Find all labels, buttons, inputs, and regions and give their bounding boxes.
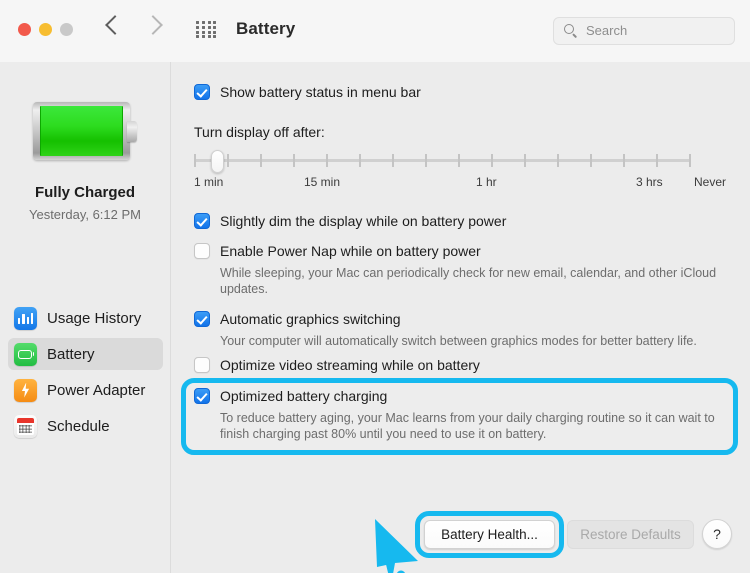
power-nap-hint: While sleeping, your Mac can periodicall…: [220, 266, 717, 296]
sidebar-nav-list: Usage History Battery Power Adapter Sche…: [8, 302, 163, 446]
optimize-video-streaming-checkbox[interactable]: [194, 357, 210, 373]
sidebar-item-label: Battery: [47, 345, 95, 363]
slider-tick-labels: 1 min 15 min 1 hr 3 hrs Never: [194, 175, 726, 191]
checkbox-row-show-battery-status[interactable]: Show battery status in menu bar: [194, 83, 421, 101]
automatic-graphics-switching-checkbox[interactable]: [194, 311, 210, 327]
usage-history-icon: [14, 306, 37, 330]
sidebar: Fully Charged Yesterday, 6:12 PM Usage H…: [0, 62, 170, 573]
slider-label-never: Never: [694, 175, 727, 189]
checkbox-label: Slightly dim the display while on batter…: [220, 213, 507, 229]
sidebar-item-usage-history[interactable]: Usage History: [8, 302, 163, 334]
charge-status-title: Fully Charged: [34, 184, 135, 201]
minimize-button[interactable]: [39, 23, 52, 36]
main-panel: Show battery status in menu bar Turn dis…: [171, 62, 750, 573]
checkbox-label: Show battery status in menu bar: [220, 84, 421, 100]
back-arrow-icon[interactable]: [105, 15, 125, 35]
restore-defaults-button[interactable]: Restore Defaults: [567, 520, 694, 549]
sidebar-item-label: Power Adapter: [47, 381, 146, 399]
checkbox-label: Automatic graphics switching: [220, 311, 401, 327]
checkbox-row-power-nap[interactable]: Enable Power Nap while on battery power: [194, 242, 481, 260]
show-battery-status-checkbox[interactable]: [194, 84, 210, 100]
battery-preferences-window: Battery Search Fully Charged Yesterday, …: [0, 0, 750, 573]
zoom-button[interactable]: [60, 23, 73, 36]
checkbox-row-graphics-switching[interactable]: Automatic graphics switching: [194, 310, 401, 328]
navigation-arrows: [105, 15, 163, 35]
checkbox-label: Enable Power Nap while on battery power: [220, 243, 481, 259]
sidebar-item-label: Schedule: [47, 417, 110, 435]
checkbox-row-slightly-dim[interactable]: Slightly dim the display while on batter…: [194, 212, 506, 230]
power-adapter-icon: [14, 378, 37, 402]
slightly-dim-checkbox[interactable]: [194, 213, 210, 229]
battery-status-illustration: [33, 102, 137, 160]
graphics-switching-hint: Your computer will automatically switch …: [220, 334, 697, 348]
slider-label-3hrs: 3 hrs: [636, 175, 663, 189]
search-icon: [564, 24, 578, 38]
checkbox-label: Optimized battery charging: [220, 388, 388, 404]
optimized-charging-hint: To reduce battery aging, your Mac learns…: [220, 411, 715, 441]
sidebar-item-schedule[interactable]: Schedule: [8, 410, 163, 442]
charge-status-subtitle: Yesterday, 6:12 PM: [28, 207, 141, 222]
checkbox-label: Optimize video streaming while on batter…: [220, 357, 480, 373]
schedule-icon: [14, 414, 37, 438]
battery-icon: [14, 342, 37, 366]
checkbox-row-optimized-charging[interactable]: Optimized battery charging: [194, 387, 387, 405]
search-placeholder: Search: [586, 23, 628, 38]
optimized-battery-charging-checkbox[interactable]: [194, 388, 210, 404]
forward-arrow-icon[interactable]: [143, 15, 163, 35]
display-sleep-slider[interactable]: [194, 150, 691, 173]
battery-health-button[interactable]: Battery Health...: [424, 520, 555, 549]
slider-label-15min: 15 min: [304, 175, 341, 189]
sidebar-item-label: Usage History: [47, 309, 142, 327]
title-bar: Battery Search: [0, 0, 750, 62]
slider-knob[interactable]: [211, 150, 224, 173]
slider-track[interactable]: [194, 159, 691, 162]
slider-label-1min: 1 min: [194, 175, 224, 189]
close-button[interactable]: [18, 23, 31, 36]
checkbox-row-optimize-video[interactable]: Optimize video streaming while on batter…: [194, 356, 480, 374]
traffic-light-buttons: [18, 23, 73, 36]
sidebar-item-power-adapter[interactable]: Power Adapter: [8, 374, 163, 406]
help-button[interactable]: ?: [702, 519, 732, 549]
search-field[interactable]: Search: [553, 17, 735, 45]
slider-label-1hr: 1 hr: [476, 175, 497, 189]
display-off-label: Turn display off after:: [194, 124, 325, 140]
sidebar-item-battery[interactable]: Battery: [8, 338, 163, 370]
show-all-grid-icon[interactable]: [196, 21, 218, 39]
page-title: Battery: [236, 19, 296, 38]
power-nap-checkbox[interactable]: [194, 243, 210, 259]
